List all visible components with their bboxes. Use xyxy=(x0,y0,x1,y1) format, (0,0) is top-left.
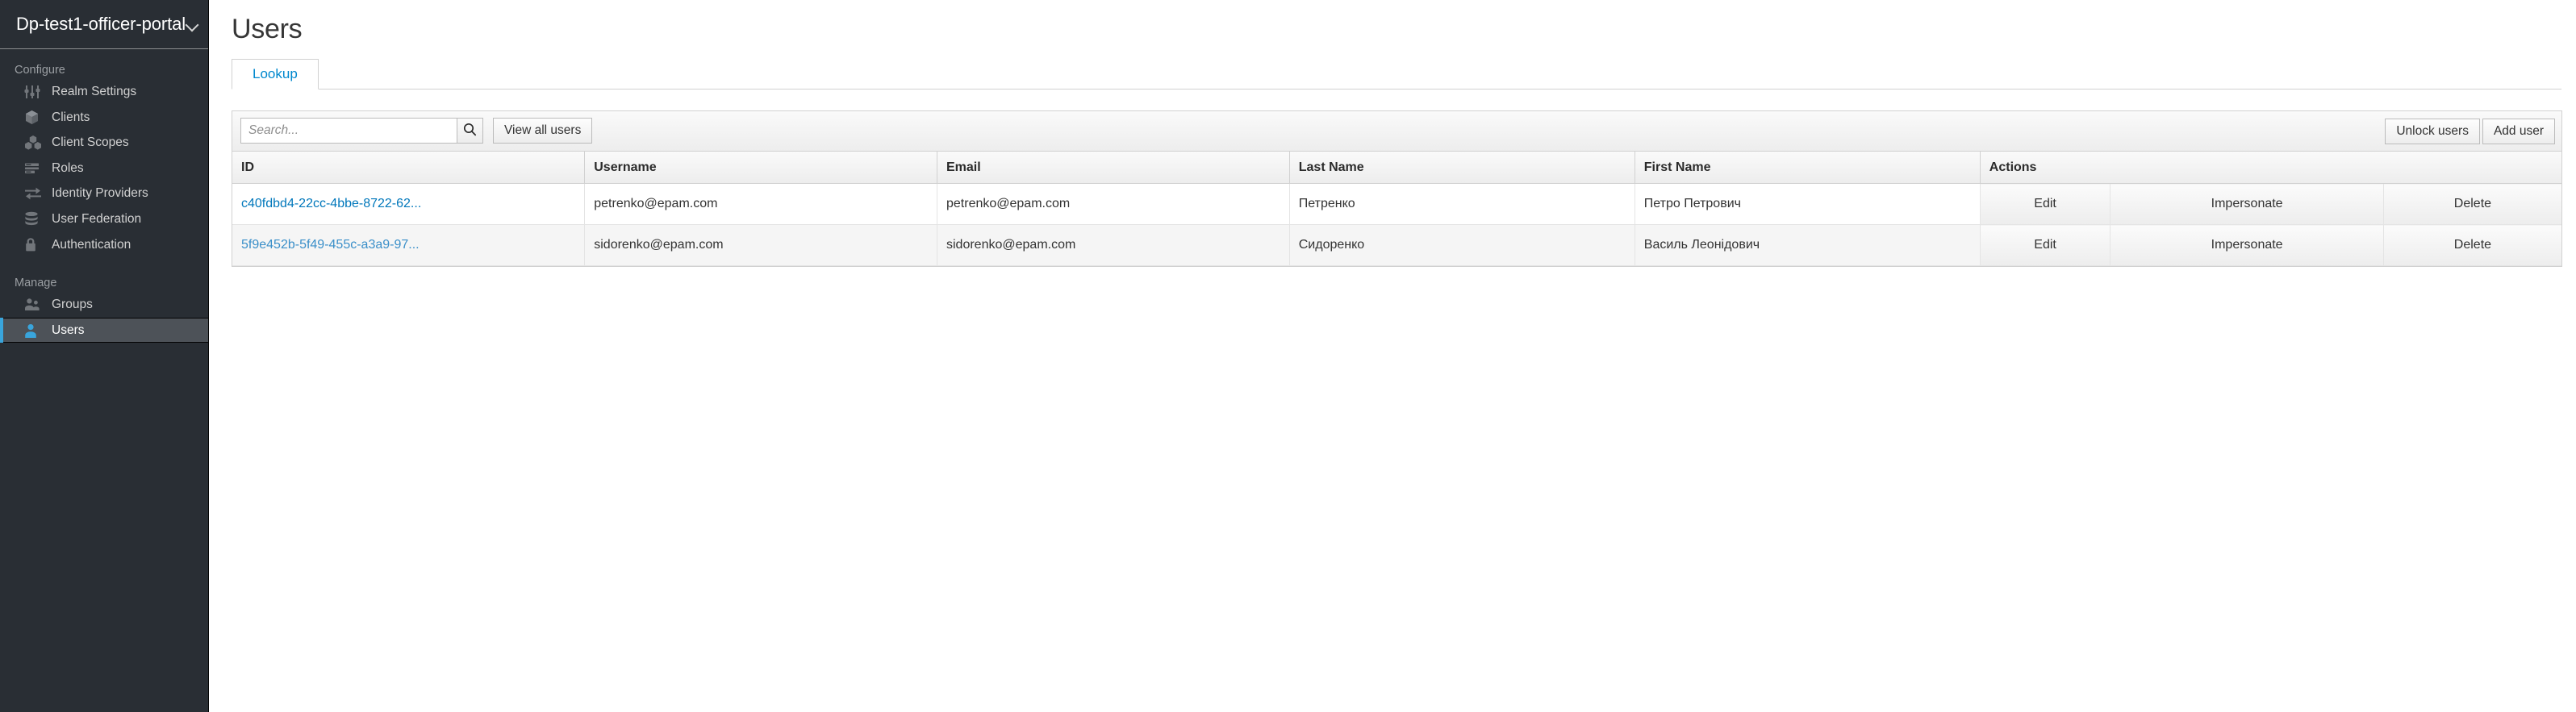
table-row: 5f9e452b-5f49-455c-a3a9-97... sidorenko@… xyxy=(232,224,2561,267)
main-content: Users Lookup View all xyxy=(209,0,2576,712)
unlock-users-button[interactable]: Unlock users xyxy=(2385,118,2480,144)
impersonate-button[interactable]: Impersonate xyxy=(2110,183,2384,226)
search-button[interactable] xyxy=(457,118,483,144)
search-icon xyxy=(463,123,477,139)
user-icon xyxy=(24,323,42,339)
database-icon xyxy=(24,211,42,227)
users-panel: View all users Unlock users Add user ID … xyxy=(232,110,2562,268)
sidebar-item-identity-providers[interactable]: Identity Providers xyxy=(0,181,208,206)
tab-lookup[interactable]: Lookup xyxy=(232,58,319,90)
sidebar-item-user-federation[interactable]: User Federation xyxy=(0,206,208,232)
sidebar-item-realm-settings[interactable]: Realm Settings xyxy=(0,79,208,105)
sidebar-item-label: Realm Settings xyxy=(52,85,137,99)
sidebar-item-label: User Federation xyxy=(52,212,142,227)
users-toolbar: View all users Unlock users Add user xyxy=(232,110,2561,152)
tab-label: Lookup xyxy=(253,65,298,81)
delete-button[interactable]: Delete xyxy=(2383,183,2561,226)
cell-id: 5f9e452b-5f49-455c-a3a9-97... xyxy=(232,224,586,267)
cubes-icon xyxy=(24,135,42,151)
exchange-arrows-icon xyxy=(24,185,42,202)
cell-last-name: Петренко xyxy=(1289,183,1635,226)
nav-group-configure: Configure Realm Settings Clients Client … xyxy=(0,49,208,257)
nav-group-manage: Manage Groups Users xyxy=(0,257,208,344)
sidebar-item-groups[interactable]: Groups xyxy=(0,292,208,318)
edit-button[interactable]: Edit xyxy=(1980,183,2111,226)
sidebar-item-clients[interactable]: Clients xyxy=(0,105,208,131)
tab-bar: Lookup xyxy=(232,58,2561,90)
cell-last-name: Сидоренко xyxy=(1289,224,1635,267)
sidebar-item-label: Roles xyxy=(52,160,84,175)
impersonate-button[interactable]: Impersonate xyxy=(2110,224,2384,267)
sidebar-item-users[interactable]: Users xyxy=(0,317,208,344)
sidebar-item-client-scopes[interactable]: Client Scopes xyxy=(0,130,208,156)
sliders-icon xyxy=(24,84,42,100)
sidebar-item-label: Authentication xyxy=(52,237,132,252)
edit-button[interactable]: Edit xyxy=(1980,224,2111,267)
table-row: c40fdbd4-22cc-4bbe-8722-62... petrenko@e… xyxy=(232,183,2561,226)
sidebar-item-label: Client Scopes xyxy=(52,135,129,150)
table-header-row: ID Username Email Last Name First Name A… xyxy=(232,151,2561,185)
users-table: ID Username Email Last Name First Name A… xyxy=(232,151,2561,267)
column-header-id: ID xyxy=(232,151,586,185)
sidebar: Dp-test1-officer-portal Configure Realm … xyxy=(0,0,209,712)
cell-username: petrenko@epam.com xyxy=(584,183,937,226)
users-table-body: c40fdbd4-22cc-4bbe-8722-62... petrenko@e… xyxy=(232,183,2561,267)
cube-icon xyxy=(24,109,42,125)
search-input[interactable] xyxy=(240,118,457,144)
cell-username: sidorenko@epam.com xyxy=(584,224,937,267)
cell-email: petrenko@epam.com xyxy=(937,183,1290,226)
sidebar-item-label: Groups xyxy=(52,298,93,312)
column-header-actions: Actions xyxy=(1980,151,2561,185)
cell-id: c40fdbd4-22cc-4bbe-8722-62... xyxy=(232,183,586,226)
users-table-head: ID Username Email Last Name First Name A… xyxy=(232,151,2561,185)
nav-section-label-configure: Configure xyxy=(15,63,65,77)
cell-first-name: Петро Петрович xyxy=(1635,183,1981,226)
sidebar-item-roles[interactable]: Roles xyxy=(0,156,208,181)
sidebar-item-label: Identity Providers xyxy=(52,186,148,201)
column-header-last-name: Last Name xyxy=(1289,151,1635,185)
column-header-first-name: First Name xyxy=(1635,151,1981,185)
cell-first-name: Василь Леонідович xyxy=(1635,224,1981,267)
search-group xyxy=(240,118,483,144)
cell-email: sidorenko@epam.com xyxy=(937,224,1290,267)
view-all-users-button[interactable]: View all users xyxy=(493,118,593,144)
sidebar-item-label: Users xyxy=(52,323,85,337)
chevron-down-icon xyxy=(186,18,199,31)
add-user-button[interactable]: Add user xyxy=(2482,118,2555,144)
delete-button[interactable]: Delete xyxy=(2383,224,2561,267)
users-group-icon xyxy=(24,297,42,313)
keycloak-admin-console: Dp-test1-officer-portal Configure Realm … xyxy=(0,0,2576,712)
user-id-link[interactable]: 5f9e452b-5f49-455c-a3a9-97... xyxy=(241,238,420,252)
column-header-email: Email xyxy=(937,151,1290,185)
nav-section-label-manage: Manage xyxy=(15,276,57,289)
toolbar-right-actions: Unlock users Add user xyxy=(2385,118,2555,144)
user-id-link[interactable]: c40fdbd4-22cc-4bbe-8722-62... xyxy=(241,197,421,210)
sidebar-item-authentication[interactable]: Authentication xyxy=(0,232,208,258)
sidebar-item-label: Clients xyxy=(52,110,90,124)
list-icon xyxy=(24,160,42,177)
realm-selector[interactable]: Dp-test1-officer-portal xyxy=(0,0,208,49)
column-header-username: Username xyxy=(584,151,937,185)
page-title: Users xyxy=(232,14,303,44)
lock-icon xyxy=(24,236,42,252)
realm-name: Dp-test1-officer-portal xyxy=(16,14,186,34)
